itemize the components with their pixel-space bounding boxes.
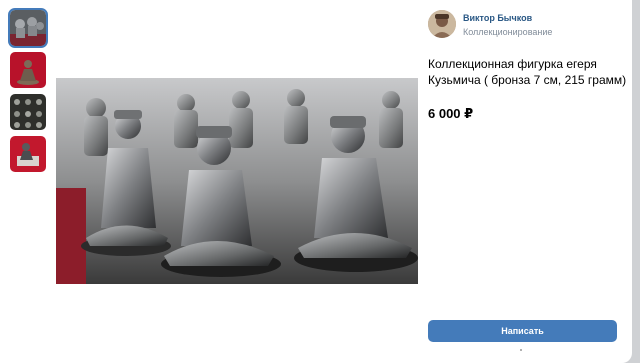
thumbnail-2-image bbox=[10, 52, 46, 88]
product-modal: Виктор Бычков Коллекционирование Коллекц… bbox=[0, 0, 632, 363]
product-title: Коллекционная фигурка егеря Кузьмича ( б… bbox=[428, 57, 627, 87]
thumbnail-1-image bbox=[10, 10, 46, 46]
thumbnail-list bbox=[8, 8, 48, 178]
seller-name[interactable]: Виктор Бычков bbox=[463, 13, 623, 23]
pager-dot bbox=[520, 349, 522, 351]
thumbnail-3[interactable] bbox=[10, 94, 46, 130]
thumbnail-4[interactable] bbox=[10, 136, 46, 172]
product-photo-image bbox=[56, 78, 418, 284]
thumbnail-1[interactable] bbox=[8, 8, 48, 48]
page-scrollbar[interactable] bbox=[632, 0, 640, 363]
thumbnail-4-image bbox=[10, 136, 46, 172]
write-button[interactable]: Написать bbox=[428, 320, 617, 342]
thumbnail-2[interactable] bbox=[10, 52, 46, 88]
thumbnail-3-image bbox=[10, 94, 46, 130]
avatar-image bbox=[428, 10, 456, 38]
avatar[interactable] bbox=[428, 10, 456, 38]
product-photo[interactable] bbox=[56, 78, 418, 284]
seller-subtitle: Коллекционирование bbox=[463, 27, 553, 37]
product-price: 6 000 ₽ bbox=[428, 106, 474, 121]
